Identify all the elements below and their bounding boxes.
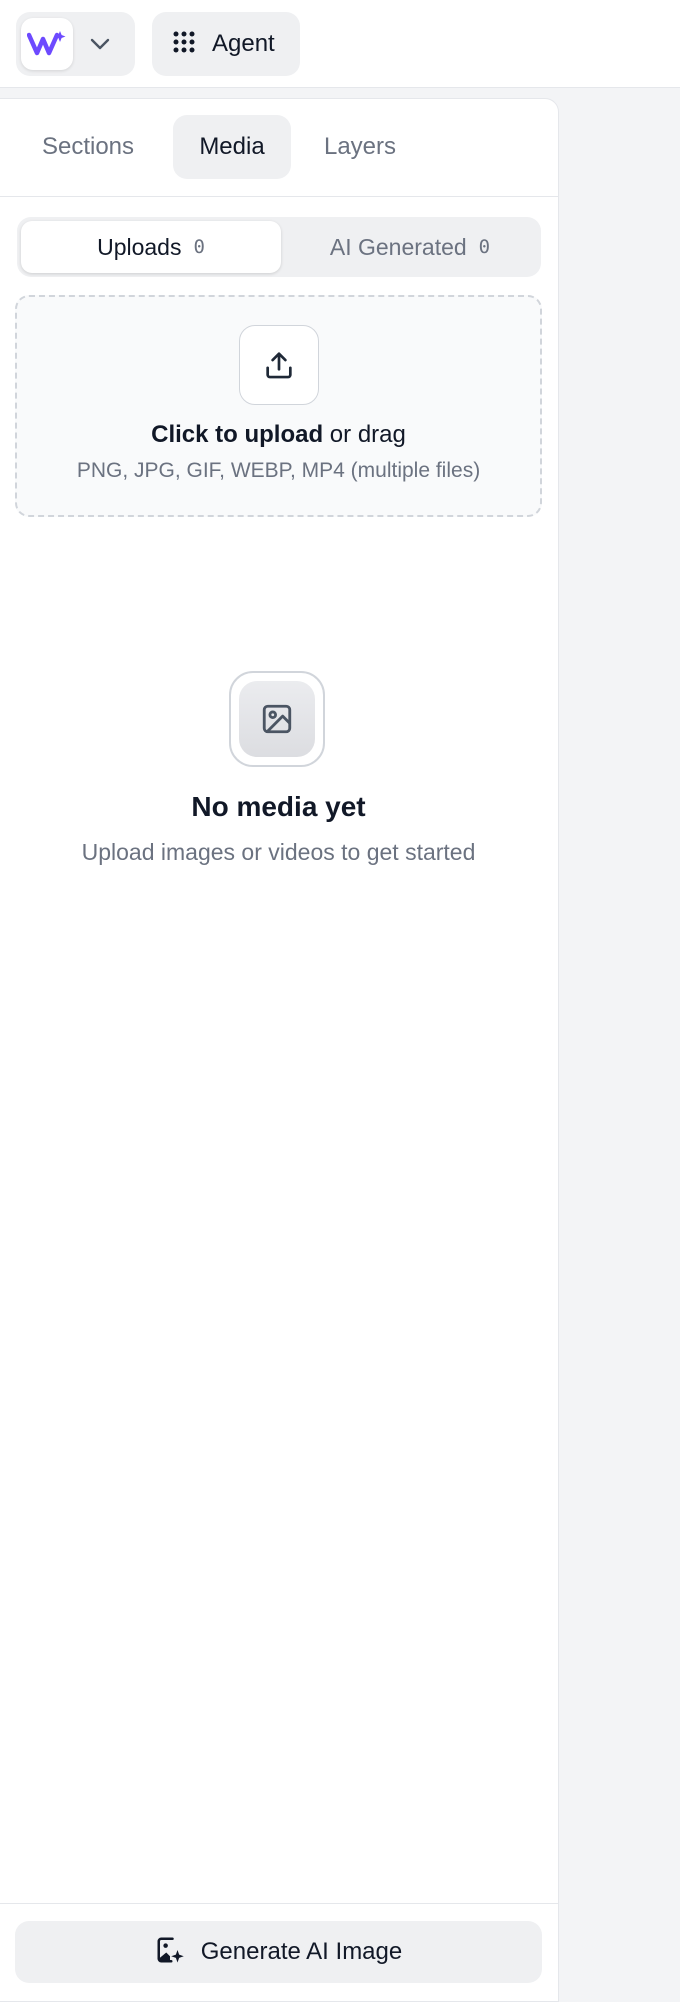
top-bar: Agent bbox=[0, 0, 680, 88]
dropzone-title-rest: or drag bbox=[323, 421, 406, 448]
media-source-toggle: Uploads 0 AI Generated 0 bbox=[17, 217, 541, 277]
tab-uploads[interactable]: Uploads 0 bbox=[21, 221, 281, 273]
generate-ai-image-label: Generate AI Image bbox=[200, 1938, 403, 1965]
tab-layers[interactable]: Layers bbox=[305, 115, 415, 179]
image-icon bbox=[239, 681, 315, 757]
workspace-switcher[interactable] bbox=[16, 12, 135, 76]
generate-ai-image-button[interactable]: Generate AI Image bbox=[15, 1921, 542, 1983]
tab-sections[interactable]: Sections bbox=[18, 115, 158, 179]
empty-state-subtitle: Upload images or videos to get started bbox=[81, 839, 476, 865]
image-sparkle-icon bbox=[155, 1935, 185, 1970]
footer-divider bbox=[0, 1903, 558, 1904]
dropzone-title: Click to upload or drag bbox=[17, 421, 540, 449]
tab-media[interactable]: Media bbox=[173, 115, 291, 179]
ai-generated-label: AI Generated bbox=[329, 233, 467, 260]
tab-ai-generated[interactable]: AI Generated 0 bbox=[283, 221, 537, 273]
empty-state-title: No media yet bbox=[191, 791, 366, 822]
uploads-count: 0 bbox=[193, 236, 205, 258]
upload-icon bbox=[239, 325, 319, 405]
grid-dots-icon bbox=[172, 30, 196, 59]
agent-button[interactable]: Agent bbox=[152, 12, 300, 76]
agent-label: Agent bbox=[212, 30, 275, 57]
ai-generated-count: 0 bbox=[478, 236, 491, 258]
uploads-label: Uploads bbox=[97, 233, 182, 260]
empty-state-icon-frame bbox=[229, 671, 325, 767]
brand-logo-icon bbox=[21, 18, 73, 70]
panel-tab-bar: Sections Media Layers bbox=[0, 99, 558, 197]
upload-dropzone[interactable]: Click to upload or drag PNG, JPG, GIF, W… bbox=[15, 295, 542, 517]
dropzone-subtitle: PNG, JPG, GIF, WEBP, MP4 (multiple files… bbox=[76, 459, 481, 482]
dropzone-title-strong: Click to upload bbox=[151, 421, 324, 448]
chevron-down-icon[interactable] bbox=[88, 32, 112, 56]
media-panel: Sections Media Layers Uploads 0 AI Gener… bbox=[0, 98, 559, 2002]
